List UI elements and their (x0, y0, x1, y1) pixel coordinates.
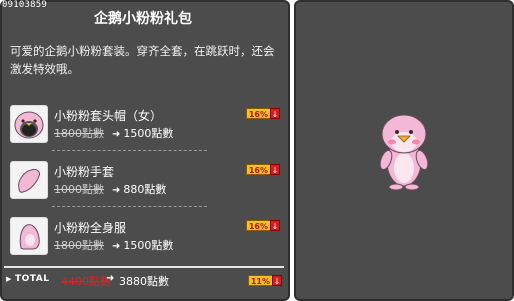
package-item-row[interactable]: 小粉粉全身服 1800點數 ➜ 1500點數 16% ↓ (10, 216, 280, 260)
package-description: 可爱的企鹅小粉粉套装。穿齐全套，在跳跃时，还会激发特效哦。 (10, 44, 275, 76)
item-old-price: 1800點數 (54, 239, 104, 252)
item-new-price: 880點數 (123, 183, 167, 196)
total-divider (4, 266, 284, 268)
discount-badge: 16% ↓ (245, 164, 280, 175)
item-new-price: 1500點數 (123, 127, 174, 140)
total-old-price: 4400點數 (61, 275, 111, 288)
item-old-price: 1000點數 (54, 183, 104, 196)
preview-panel (294, 0, 514, 301)
item-price: 1000點數 ➜ 880點數 (54, 181, 166, 197)
down-arrow-icon: ↓ (270, 220, 280, 231)
arrow-right-icon: ➜ (112, 241, 121, 252)
discount-percent: 11% (247, 275, 272, 286)
total-row: ▶ TOTAL 4400點數 ➜ 3880點數 11% ↓ (6, 273, 282, 291)
discount-percent: 16% (245, 220, 270, 231)
package-title: 企鹅小粉粉礼包 (94, 11, 192, 27)
down-arrow-icon: ↓ (272, 275, 282, 286)
row-divider (52, 206, 207, 207)
arrow-right-icon: ➜ (112, 129, 121, 140)
package-item-row[interactable]: 小粉粉手套 1000點數 ➜ 880點數 16% ↓ (10, 160, 280, 204)
discount-badge: 11% ↓ (247, 275, 282, 286)
down-arrow-icon: ↓ (270, 108, 280, 119)
item-price: 1800點數 ➜ 1500點數 (54, 125, 173, 141)
package-item-row[interactable]: 小粉粉套头帽（女） 1800點數 ➜ 1500點數 16% ↓ (10, 104, 280, 148)
pink-suit-icon (10, 217, 48, 255)
discount-badge: 16% ↓ (245, 220, 280, 231)
item-name: 小粉粉套头帽（女） (54, 109, 163, 123)
item-name: 小粉粉全身服 (54, 221, 127, 235)
item-price: 1800點數 ➜ 1500點數 (54, 237, 173, 253)
item-name: 小粉粉手套 (54, 165, 115, 179)
down-arrow-icon: ↓ (270, 164, 280, 175)
bullet-icon: ▶ (6, 275, 12, 283)
discount-percent: 16% (245, 108, 270, 119)
discount-badge: 16% ↓ (245, 108, 280, 119)
total-new-price: 3880點數 (119, 275, 169, 288)
discount-percent: 16% (245, 164, 270, 175)
pink-glove-icon (10, 161, 48, 199)
penguin-hat-icon (10, 105, 48, 143)
arrow-right-icon: ➜ (112, 185, 121, 196)
row-divider (52, 150, 207, 151)
total-label: TOTAL (15, 274, 50, 284)
penguin-character-preview (379, 114, 429, 191)
item-old-price: 1800點數 (54, 127, 104, 140)
arrow-right-icon: ➜ (106, 273, 115, 284)
item-new-price: 1500點數 (123, 239, 174, 252)
